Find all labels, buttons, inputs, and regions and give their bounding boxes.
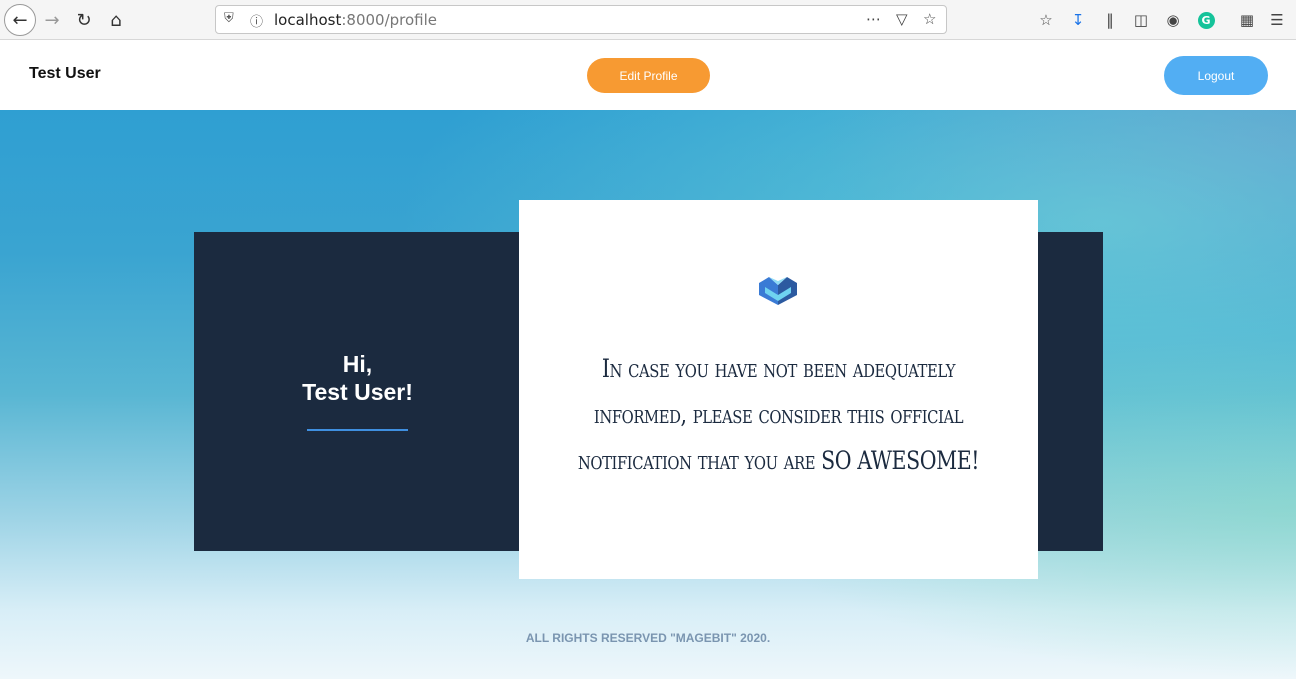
bookmark-icon[interactable]: ☆ <box>1035 9 1057 31</box>
greeting-line-1: Hi, <box>342 351 373 377</box>
library-icon[interactable]: ‖ <box>1099 9 1121 31</box>
more-icon[interactable]: ⋯ <box>866 10 881 28</box>
edit-profile-button[interactable]: Edit Profile <box>587 58 710 93</box>
magebit-logo-icon <box>759 277 797 305</box>
grammarly-icon[interactable]: G <box>1195 9 1217 31</box>
home-icon[interactable]: ⌂ <box>102 6 130 34</box>
header-user-name: Test User <box>29 65 101 82</box>
pocket-icon[interactable]: ▽ <box>896 10 908 28</box>
account-icon[interactable]: ◉ <box>1162 9 1184 31</box>
greeting-text: Hi, Test User! <box>194 350 521 406</box>
url-text[interactable]: localhost:8000/profile <box>274 11 437 29</box>
logout-button[interactable]: Logout <box>1164 56 1268 95</box>
menu-icon[interactable]: ☰ <box>1266 9 1288 31</box>
site-header: Test User Edit Profile Logout <box>0 40 1296 110</box>
download-icon[interactable]: ↧ <box>1067 9 1089 31</box>
info-icon[interactable]: ⓘ <box>250 11 263 30</box>
extensions-icon[interactable]: ▦ <box>1236 9 1258 31</box>
shield-icon[interactable]: ⛨ <box>224 11 234 26</box>
footer-copyright: ALL RIGHTS RESERVED "MAGEBIT" 2020. <box>525 631 771 645</box>
hero-background: Hi, Test User! In case you have not been… <box>0 110 1296 679</box>
greeting-line-2: Test User! <box>302 379 413 405</box>
forward-icon[interactable]: → <box>38 6 66 34</box>
browser-toolbar: ← → ↻ ⌂ ⛨ ⓘ localhost:8000/profile ⋯ ▽ ☆… <box>0 0 1296 40</box>
reload-icon[interactable]: ↻ <box>70 6 98 34</box>
sidebar-icon[interactable]: ◫ <box>1130 9 1152 31</box>
back-icon[interactable]: ← <box>4 4 36 36</box>
awesome-message: In case you have not been adequately inf… <box>577 354 980 475</box>
star-icon[interactable]: ☆ <box>923 10 936 28</box>
greeting-underline <box>307 429 408 431</box>
url-bar[interactable]: ⛨ ⓘ localhost:8000/profile ⋯ ▽ ☆ <box>215 5 947 34</box>
message-card: In case you have not been adequately inf… <box>519 200 1038 579</box>
